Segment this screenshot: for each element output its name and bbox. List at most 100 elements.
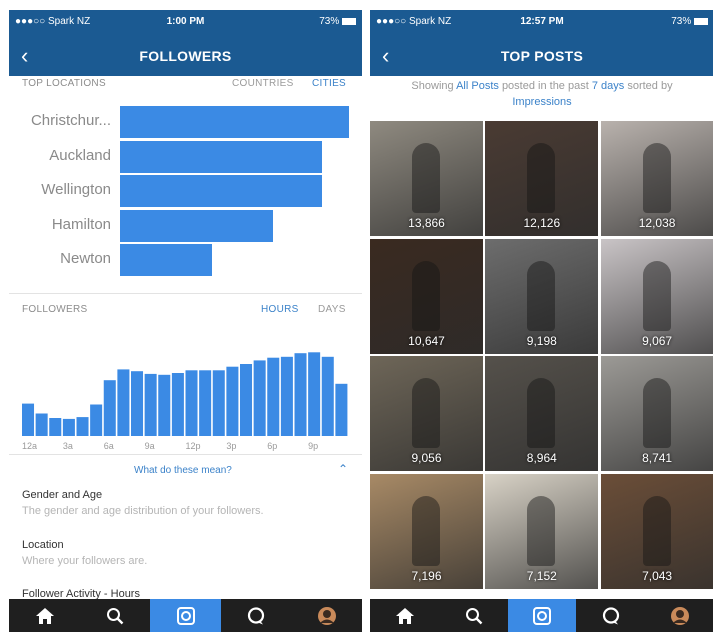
city-bar <box>120 140 322 173</box>
hours-bar-12p <box>185 370 198 436</box>
tab-bar <box>9 599 362 632</box>
tab-activity[interactable] <box>576 599 645 632</box>
toggle-days[interactable]: DAYS <box>318 304 346 315</box>
toggle-hours[interactable]: HOURS <box>261 304 299 315</box>
hours-bar-5p <box>253 360 266 436</box>
tab-camera[interactable] <box>150 599 221 632</box>
tab-activity[interactable] <box>221 599 291 632</box>
post-impressions-count: 7,152 <box>526 568 557 583</box>
photo-subject <box>642 143 671 213</box>
hours-bar-6a <box>103 380 116 436</box>
what-do-these-mean-link[interactable]: What do these mean? <box>134 465 232 476</box>
tab-camera[interactable] <box>508 599 576 632</box>
hours-tick-label: 12p <box>185 441 201 451</box>
hours-bar-8p <box>294 353 307 436</box>
post-thumbnail[interactable]: 9,198 <box>485 238 599 354</box>
city-bar <box>120 106 349 138</box>
city-row: Christchur... <box>9 106 362 138</box>
filter-metric-link[interactable]: Impressions <box>512 96 571 108</box>
camera-icon <box>533 606 551 625</box>
home-icon <box>35 607 54 624</box>
hours-bar-10a <box>158 374 171 436</box>
tab-profile[interactable] <box>291 599 362 632</box>
post-impressions-count: 8,741 <box>642 451 673 465</box>
filter-prefix: Showing <box>411 80 454 92</box>
filter-middle: posted in the past <box>501 80 589 92</box>
post-thumbnail[interactable]: 8,964 <box>485 356 599 471</box>
city-label: Wellington <box>41 181 111 198</box>
avatar <box>317 606 336 625</box>
photo-subject <box>642 495 671 566</box>
home-icon <box>395 607 414 624</box>
post-thumbnail[interactable]: 12,126 <box>485 121 599 236</box>
photo-subject <box>642 260 671 331</box>
hours-tick-label: 12a <box>22 441 38 451</box>
photo-subject <box>527 495 556 566</box>
photo-subject <box>527 260 556 331</box>
post-thumbnail[interactable]: 12,038 <box>600 121 713 236</box>
tab-home[interactable] <box>9 599 80 632</box>
tab-search[interactable] <box>439 599 508 632</box>
post-thumbnail[interactable]: 10,647 <box>370 238 483 354</box>
hours-bar-4p <box>240 364 253 436</box>
status-bar: ●●●○○ Spark NZ 1:00 PM 73% <box>9 10 362 36</box>
city-label: Newton <box>60 250 111 267</box>
photo-subject <box>412 378 440 448</box>
hours-bar-9p <box>308 352 321 436</box>
followers-label: FOLLOWERS <box>22 304 88 315</box>
divider <box>9 293 362 294</box>
photo-subject <box>412 143 440 213</box>
hours-bar-3p <box>226 366 239 436</box>
post-impressions-count: 10,647 <box>408 333 445 348</box>
hours-bar-1a <box>35 413 48 436</box>
filter-summary: Showing All Posts posted in the past 7 d… <box>390 78 694 110</box>
hours-tick-label: 9a <box>144 441 155 451</box>
hours-bar-5a <box>90 404 103 436</box>
nav-bar: ‹ FOLLOWERS <box>9 36 362 76</box>
info-title-location: Location <box>22 539 64 551</box>
city-label: Christchur... <box>30 112 111 129</box>
post-impressions-count: 9,067 <box>642 333 673 348</box>
hours-bar-11p <box>335 383 348 436</box>
toggle-cities[interactable]: CITIES <box>312 78 346 89</box>
hours-bar-4a <box>76 417 89 436</box>
post-impressions-count: 12,126 <box>523 216 561 230</box>
page-title: FOLLOWERS <box>139 48 232 64</box>
post-thumbnail[interactable]: 13,866 <box>370 121 483 236</box>
post-impressions-count: 9,198 <box>526 333 557 348</box>
post-impressions-count: 9,056 <box>411 451 442 465</box>
battery-icon <box>342 17 356 25</box>
status-bar: ●●●○○ Spark NZ 12:57 PM 73% <box>370 10 713 36</box>
avatar <box>670 606 689 625</box>
camera-icon <box>176 606 195 625</box>
city-label: Hamilton <box>51 215 111 233</box>
battery-icon <box>694 17 708 25</box>
city-label: Auckland <box>49 146 111 164</box>
hours-bar-3a <box>62 418 75 436</box>
toggle-countries[interactable]: COUNTRIES <box>232 78 294 89</box>
page-title: TOP POSTS <box>500 48 584 64</box>
tab-profile[interactable] <box>645 599 713 632</box>
hours-bar-9a <box>144 373 157 436</box>
collapse-chevron-up-icon[interactable]: ⌃ <box>338 462 348 476</box>
post-thumbnail[interactable]: 9,056 <box>370 356 483 471</box>
search-icon <box>465 607 482 624</box>
filter-period-link[interactable]: 7 days <box>592 80 624 92</box>
post-thumbnail[interactable]: 9,067 <box>600 238 713 354</box>
info-desc-gender-age: The gender and age distribution of your … <box>22 505 264 517</box>
post-thumbnail[interactable]: 7,043 <box>600 473 713 589</box>
city-bar <box>120 244 212 276</box>
post-thumbnail[interactable]: 7,196 <box>370 473 483 589</box>
city-row: Newton <box>9 244 362 276</box>
hours-bar-8a <box>131 371 144 436</box>
hours-tick-label: 9p <box>308 441 319 451</box>
hours-bar-2a <box>49 418 62 436</box>
tab-search[interactable] <box>80 599 150 632</box>
tab-home[interactable] <box>370 599 439 632</box>
search-icon <box>107 607 124 624</box>
info-title-gender-age: Gender and Age <box>22 489 103 501</box>
status-time: 1:00 PM <box>166 16 205 27</box>
filter-post-type-link[interactable]: All Posts <box>456 80 499 92</box>
post-thumbnail[interactable]: 8,741 <box>600 356 713 471</box>
post-thumbnail[interactable]: 7,152 <box>485 473 599 589</box>
